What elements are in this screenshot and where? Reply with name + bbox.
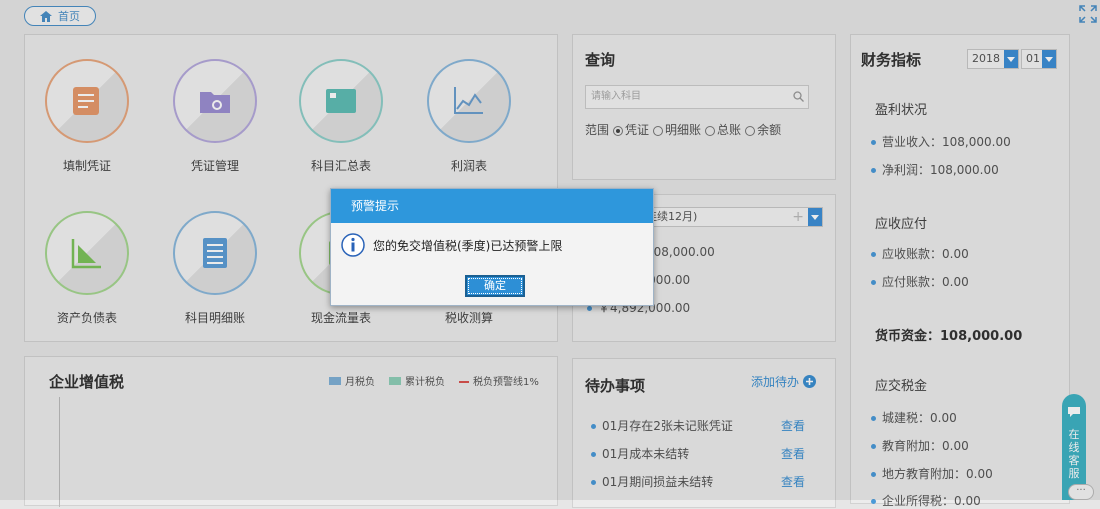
ok-button[interactable]: 确定: [465, 275, 525, 297]
info-icon: [341, 233, 365, 257]
dialog-message: 您的免交增值税(季度)已达预警上限: [373, 238, 563, 253]
warning-dialog: 预警提示 您的免交增值税(季度)已达预警上限 确定: [330, 188, 654, 306]
dialog-body: 您的免交增值税(季度)已达预警上限: [341, 233, 562, 257]
dialog-title: 预警提示: [331, 189, 653, 223]
